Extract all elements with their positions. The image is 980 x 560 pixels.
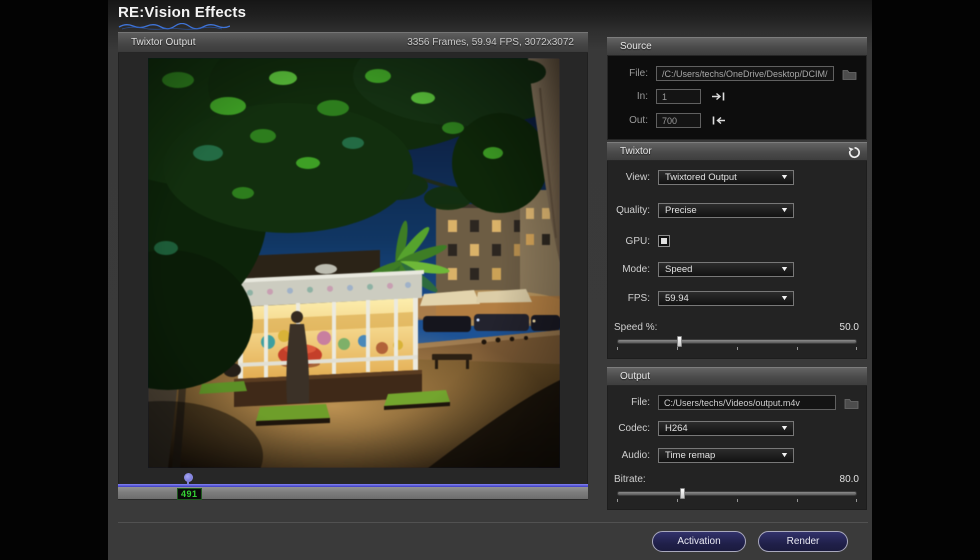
preview-panel: Twixtor Output 3356 Frames, 59.94 FPS, 3… [118, 32, 588, 484]
mode-dropdown-value: Speed [665, 264, 692, 275]
quality-dropdown-value: Precise [665, 205, 697, 216]
reset-button[interactable] [846, 145, 862, 159]
twixtor-section-header: Twixtor [607, 142, 867, 161]
reset-circular-arrow-icon [848, 146, 861, 159]
fps-dropdown[interactable]: 59.94 ▼ [658, 291, 794, 306]
chevron-down-icon: ▼ [780, 452, 789, 459]
activation-button[interactable]: Activation [652, 531, 746, 552]
current-frame-badge: 491 [177, 488, 202, 500]
codec-label: Codec: [612, 423, 650, 434]
folder-icon [842, 68, 857, 80]
preview-viewport [118, 53, 588, 484]
bitrate-slider-track[interactable] [617, 491, 857, 496]
output-section-header: Output [607, 367, 867, 386]
speed-value: 50.0 [840, 322, 859, 333]
chevron-down-icon: ▼ [780, 266, 789, 273]
gpu-checkbox[interactable] [658, 235, 670, 247]
clip-info: 3356 Frames, 59.94 FPS, 3072x3072 [407, 33, 574, 52]
bitrate-value: 80.0 [840, 474, 859, 485]
settings-panel: Source File: In: [607, 37, 867, 510]
output-file-label: File: [612, 397, 650, 408]
fps-dropdown-value: 59.94 [665, 293, 689, 304]
gpu-checkbox-checkmark [661, 238, 667, 244]
timeline-scrubber[interactable]: 491 [118, 484, 588, 500]
source-header-label: Source [620, 41, 652, 52]
output-section-body: File: Codec: H264 ▼ Audi [607, 386, 867, 510]
output-header-label: Output [620, 371, 650, 382]
arrow-to-bar-left-icon [711, 115, 726, 126]
timeline-playhead[interactable] [184, 484, 192, 485]
bitrate-label: Bitrate: [614, 474, 646, 485]
source-section-body: File: In: [607, 56, 867, 140]
preview-title: Twixtor Output [131, 33, 195, 52]
out-point-input[interactable] [656, 113, 701, 128]
footer-divider [118, 522, 868, 523]
output-browse-button[interactable] [841, 395, 861, 410]
audio-dropdown-value: Time remap [665, 450, 715, 461]
speed-slider[interactable] [617, 337, 857, 351]
bitrate-slider-thumb[interactable] [680, 488, 685, 499]
source-browse-button[interactable] [839, 66, 859, 81]
chevron-down-icon: ▼ [780, 174, 789, 181]
arrow-to-bar-right-icon [711, 91, 726, 102]
in-point-label: In: [612, 91, 648, 102]
view-label: View: [612, 172, 650, 183]
fps-label: FPS: [612, 293, 650, 304]
app-window: RE:Vision Effects Twixtor Output 3356 Fr… [108, 0, 872, 560]
set-out-point-button[interactable] [711, 115, 726, 126]
speed-label: Speed %: [614, 322, 657, 333]
in-point-input[interactable] [656, 89, 701, 104]
app-title: RE:Vision Effects [118, 4, 246, 21]
chevron-down-icon: ▼ [780, 207, 789, 214]
out-point-label: Out: [612, 115, 648, 126]
preview-header: Twixtor Output 3356 Frames, 59.94 FPS, 3… [118, 32, 588, 53]
speed-slider-track[interactable] [617, 339, 857, 344]
view-dropdown[interactable]: Twixtored Output ▼ [658, 170, 794, 185]
quality-dropdown[interactable]: Precise ▼ [658, 203, 794, 218]
twixtor-header-label: Twixtor [620, 146, 652, 157]
screen: RE:Vision Effects Twixtor Output 3356 Fr… [0, 0, 980, 560]
twixtor-section-body: View: Twixtored Output ▼ Quality: Precis… [607, 161, 867, 359]
source-file-input[interactable] [656, 66, 834, 81]
quality-label: Quality: [612, 205, 650, 216]
audio-label: Audio: [612, 450, 650, 461]
view-dropdown-value: Twixtored Output [665, 172, 737, 183]
codec-dropdown-value: H264 [665, 423, 688, 434]
audio-dropdown[interactable]: Time remap ▼ [658, 448, 794, 463]
bitrate-slider[interactable] [617, 489, 857, 503]
codec-dropdown[interactable]: H264 ▼ [658, 421, 794, 436]
playhead-stem [187, 480, 189, 485]
source-file-label: File: [612, 68, 648, 79]
render-button[interactable]: Render [758, 531, 848, 552]
source-section-header: Source [607, 37, 867, 56]
preview-image [148, 58, 560, 468]
title-underline-decoration [118, 23, 230, 31]
mode-dropdown[interactable]: Speed ▼ [658, 262, 794, 277]
mode-label: Mode: [612, 264, 650, 275]
output-file-input[interactable] [658, 395, 836, 410]
set-in-point-button[interactable] [711, 91, 726, 102]
chevron-down-icon: ▼ [780, 295, 789, 302]
gpu-label: GPU: [612, 236, 650, 247]
chevron-down-icon: ▼ [780, 425, 789, 432]
folder-icon [844, 397, 859, 409]
speed-slider-thumb[interactable] [677, 336, 682, 347]
